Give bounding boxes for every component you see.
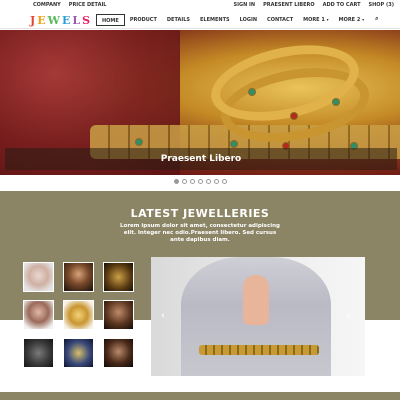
menu-item-label: MORE 2	[338, 17, 361, 23]
search-icon[interactable]: ⌕	[369, 14, 384, 26]
menu-item-details[interactable]: DETAILS	[162, 14, 195, 26]
thumbnail-image[interactable]	[23, 300, 54, 330]
page: COMPANY PRICE DETAIL SIGN IN PRAESENT LI…	[0, 0, 400, 400]
thumbnail-image[interactable]	[103, 300, 134, 330]
hero-gem	[230, 140, 238, 148]
hero-gem	[290, 112, 298, 120]
section-title: LATEST JEWELLERIES	[130, 207, 270, 220]
carousel-dot[interactable]	[182, 179, 187, 184]
menu-item-label: MORE 1	[303, 17, 325, 23]
chevron-down-icon: ▾	[362, 17, 365, 22]
hero-caption: Praesent Libero	[5, 148, 397, 170]
carousel-dot[interactable]	[222, 179, 227, 184]
thumbnail-image[interactable]	[63, 338, 94, 368]
thumbnail-image[interactable]	[23, 262, 54, 292]
section-subtitle: Lorem ipsum dolor sit amet, consectetur …	[120, 223, 280, 243]
thumbnail-grid	[23, 262, 135, 370]
logo-letter: E	[61, 14, 73, 27]
top-bar-left: COMPANY PRICE DETAIL	[33, 2, 107, 8]
carousel-dot[interactable]	[214, 179, 219, 184]
menu-item-more-2[interactable]: MORE 2 ▾	[334, 14, 369, 26]
top-link-praesent-libero[interactable]: PRAESENT LIBERO	[263, 2, 315, 8]
top-bar: COMPANY PRICE DETAIL SIGN IN PRAESENT LI…	[0, 0, 400, 11]
carousel-dot[interactable]	[206, 179, 211, 184]
slider-image-detail	[243, 275, 269, 325]
top-link-shop[interactable]: SHOP (3)	[369, 2, 395, 8]
logo-letter: E	[37, 14, 48, 27]
thumbnail-image[interactable]	[63, 300, 94, 330]
top-link-add-to-cart[interactable]: ADD TO CART	[323, 2, 361, 8]
carousel-dot[interactable]	[174, 179, 179, 184]
logo-letter: S	[82, 14, 93, 27]
slider-image-detail	[199, 345, 319, 355]
menu-item-contact[interactable]: CONTACT	[262, 14, 298, 26]
menu-item-login[interactable]: LOGIN	[235, 14, 262, 26]
menu-item-product[interactable]: PRODUCT	[125, 14, 162, 26]
chevron-left-icon[interactable]: ‹	[161, 311, 165, 321]
top-bar-right: SIGN IN PRAESENT LIBERO ADD TO CART SHOP…	[234, 2, 394, 8]
logo-letter: W	[47, 14, 62, 27]
featured-slider[interactable]: ‹ ›	[151, 257, 365, 376]
hero-gem	[248, 88, 256, 96]
top-link-company[interactable]: COMPANY	[33, 2, 61, 8]
thumbnail-image[interactable]	[23, 338, 54, 368]
top-link-price-detail[interactable]: PRICE DETAIL	[69, 2, 107, 8]
menu-item-elements[interactable]: ELEMENTS	[195, 14, 235, 26]
menu-item-more-1[interactable]: MORE 1 ▾	[298, 14, 333, 26]
footer-strip	[0, 392, 400, 400]
chevron-down-icon: ▾	[326, 17, 329, 22]
carousel-dot[interactable]	[198, 179, 203, 184]
thumbnail-image[interactable]	[103, 338, 134, 368]
top-link-sign-in[interactable]: SIGN IN	[234, 2, 256, 8]
thumbnail-image[interactable]	[103, 262, 134, 292]
carousel-dots	[174, 179, 227, 184]
chevron-right-icon[interactable]: ›	[346, 311, 350, 321]
main-nav: JEWELS HOME PRODUCT DETAILS ELEMENTS LOG…	[0, 11, 400, 29]
carousel-dot[interactable]	[190, 179, 195, 184]
hero-gem	[332, 98, 340, 106]
logo-letter: L	[72, 14, 83, 27]
thumbnail-image[interactable]	[63, 262, 94, 292]
menu-item-home[interactable]: HOME	[96, 14, 125, 26]
hero-gem	[135, 138, 143, 146]
menu: HOME PRODUCT DETAILS ELEMENTS LOGIN CONT…	[96, 14, 384, 26]
site-logo[interactable]: JEWELS	[30, 14, 92, 27]
